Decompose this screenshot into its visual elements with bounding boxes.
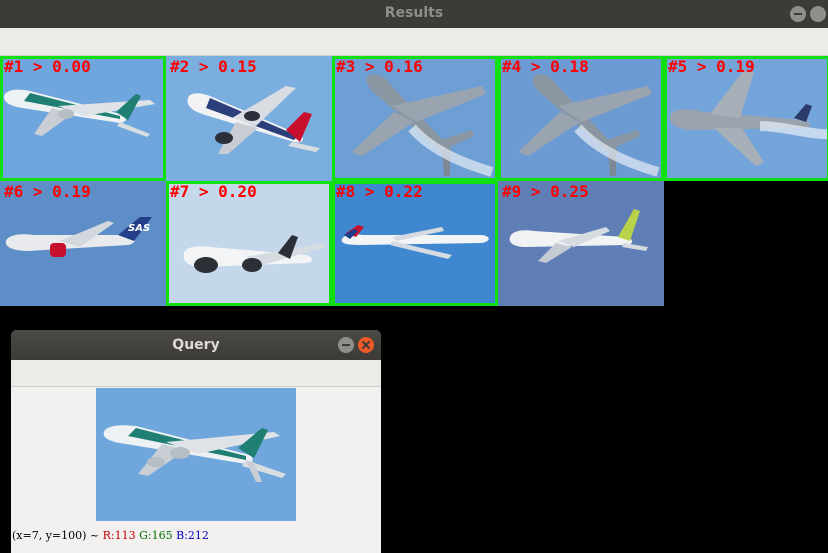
status-coords: (x=7, y=100) ~ (12, 529, 100, 542)
result-tile-7: #7 > 0.20 (166, 181, 332, 306)
result-label: #4 > 0.18 (502, 57, 589, 76)
results-title: Results (384, 5, 444, 21)
result-tile-3: #3 > 0.16 (332, 56, 498, 181)
result-tile-5: #5 > 0.19 (664, 56, 828, 181)
result-tile-1: #1 > 0.00 (0, 56, 166, 181)
close-icon[interactable] (810, 6, 826, 22)
minimize-icon[interactable] (338, 337, 354, 353)
results-titlebar[interactable]: Results (0, 0, 828, 28)
query-toolbar (11, 360, 381, 387)
close-icon[interactable] (358, 337, 374, 353)
result-label: #7 > 0.20 (170, 182, 257, 201)
result-tile-9: #9 > 0.25 (498, 181, 664, 306)
status-bar: (x=7, y=100) ~ R:113 G:165 B:212 (12, 529, 209, 542)
result-label: #5 > 0.19 (668, 57, 755, 76)
status-blue-value: B:212 (176, 529, 209, 542)
status-red-value: R:113 (102, 529, 136, 542)
result-label: #2 > 0.15 (170, 57, 257, 76)
result-tile-8: #8 > 0.22 (332, 181, 498, 306)
svg-text:SAS: SAS (128, 223, 150, 234)
result-label: #6 > 0.19 (4, 182, 91, 201)
minimize-icon[interactable] (790, 6, 806, 22)
query-title: Query (172, 337, 220, 353)
results-toolbar (0, 28, 828, 56)
result-tile-2: #2 > 0.15 (166, 56, 332, 181)
result-label: #1 > 0.00 (4, 57, 91, 76)
results-grid: #1 > 0.00 #2 > 0.15 #3 > 0.16 #4 > 0.18 … (0, 56, 828, 306)
result-label: #3 > 0.16 (336, 57, 423, 76)
query-titlebar[interactable]: Query (11, 330, 381, 360)
status-green-value: G:165 (139, 529, 173, 542)
result-tile-4: #4 > 0.18 (498, 56, 664, 181)
query-airplane-image (96, 388, 296, 521)
result-label: #9 > 0.25 (502, 182, 589, 201)
result-tile-6: SAS #6 > 0.19 (0, 181, 166, 306)
query-window: Query (x=7, y=100) ~ R:113 G:165 B:212 (11, 330, 381, 553)
result-label: #8 > 0.22 (336, 182, 423, 201)
